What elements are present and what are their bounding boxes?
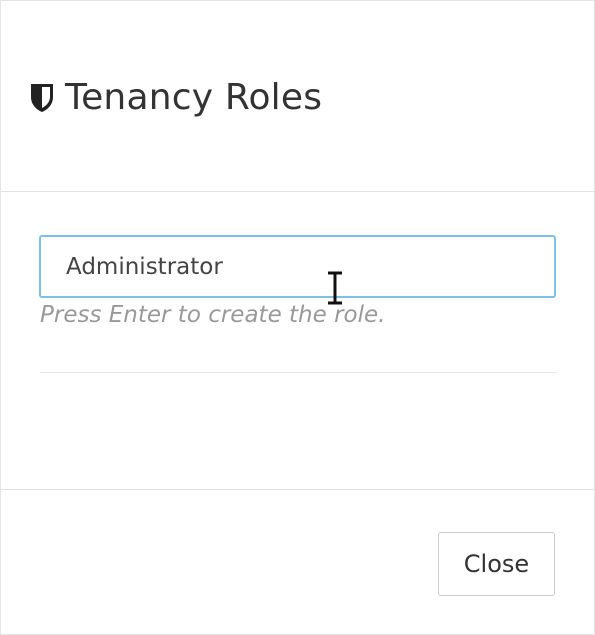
role-name-input[interactable] [39,235,556,298]
close-button[interactable]: Close [438,532,555,596]
dialog-title-group: Tenancy Roles [29,77,322,119]
dialog-body: Press Enter to create the role. [1,192,594,490]
tenancy-roles-dialog: Tenancy Roles Press Enter to create the … [0,0,595,635]
dialog-title: Tenancy Roles [65,77,323,118]
dialog-header: Tenancy Roles [1,1,594,192]
role-input-hint: Press Enter to create the role. [40,302,386,328]
body-divider [40,372,557,373]
text-cursor-icon [325,271,345,305]
dialog-footer: Close [1,490,594,635]
shield-icon [29,82,55,114]
